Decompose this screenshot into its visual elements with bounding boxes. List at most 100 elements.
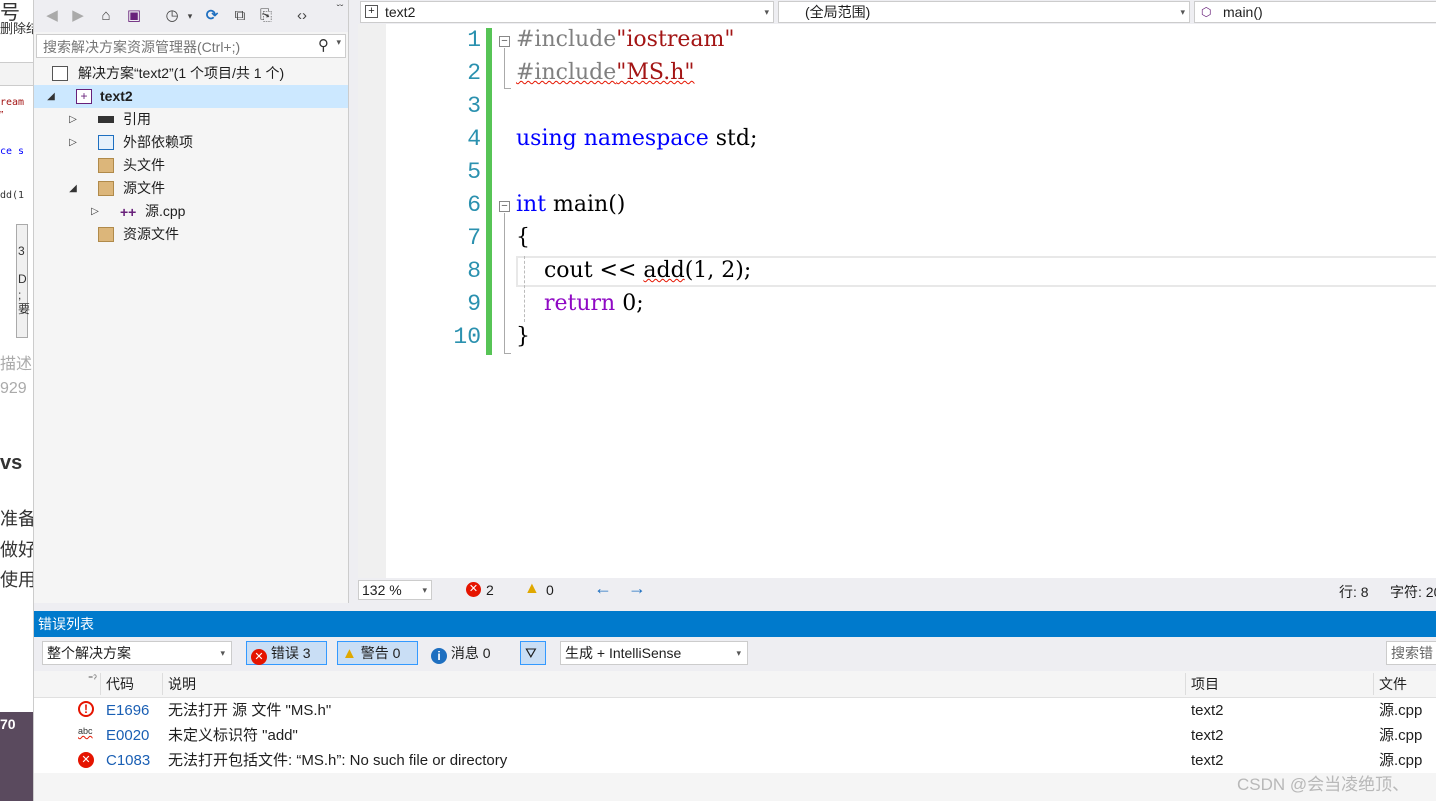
zoom-dropdown[interactable]: 132 % ▾ <box>358 580 432 600</box>
expander-collapsed-icon[interactable]: ▷ <box>66 131 80 154</box>
strip-text: 3 <box>18 244 25 258</box>
solution-explorer-toolbar: ◀ ▶ ⌂ ▣ ◷ ▾ ⟳ ⧉ ⎘ ‹› ˇˇ <box>34 0 348 32</box>
tree-item-label: 解决方案“text2”(1 个项目/共 1 个) <box>78 65 285 81</box>
editor-navigation-bar: + text2 ▾ (全局范围) ▾ ⬡ main() <box>358 0 1436 24</box>
chevron-down-icon[interactable]: ▾ <box>180 6 200 26</box>
tree-item-header-files[interactable]: 头文件 <box>34 154 348 177</box>
tree-item-label: 资源文件 <box>123 226 179 242</box>
messages-filter-button[interactable]: i 消息 0 <box>426 641 506 665</box>
strip-text: vs <box>0 452 23 474</box>
project-icon: + <box>76 89 92 104</box>
error-code[interactable]: E0020 <box>106 723 149 748</box>
warning-icon: ▲ <box>342 645 357 662</box>
strip-text: 要 <box>18 302 31 316</box>
method-icon: ⬡ <box>1201 5 1212 19</box>
sync-icon[interactable]: ⟳ <box>202 6 222 26</box>
expander-collapsed-icon[interactable]: ▷ <box>66 108 80 131</box>
scope-filter-dropdown[interactable]: 整个解决方案 ▾ <box>42 641 232 665</box>
show-all-files-icon[interactable]: ⎘ <box>256 6 276 26</box>
tree-item-source-cpp[interactable]: ▷ ++ 源.cpp <box>34 200 348 223</box>
chevron-down-icon: ▾ <box>764 7 769 17</box>
info-icon: i <box>431 648 447 664</box>
scope-dropdown[interactable]: (全局范围) ▾ <box>778 1 1190 23</box>
line-indicator: 行: 8 <box>1339 584 1369 600</box>
sort-icon[interactable]: ⁼ˀ <box>88 667 97 693</box>
arrow-right-icon[interactable]: → <box>628 578 646 599</box>
build-filter-value: 生成 + IntelliSense <box>565 645 682 661</box>
overflow-icon[interactable]: ˇˇ <box>330 0 350 20</box>
tree-item-label: 源文件 <box>123 180 165 196</box>
error-code[interactable]: C1083 <box>106 748 150 773</box>
solution-search-box[interactable]: ⚲ ▾ <box>36 34 346 58</box>
build-filter-dropdown[interactable]: 生成 + IntelliSense ▾ <box>560 641 748 665</box>
error-list-header: ⁼ˀ 代码 说明 项目 文件 <box>34 671 1436 698</box>
tree-item-project[interactable]: ◢ + text2 <box>34 85 348 108</box>
strip-text: D <box>18 272 27 286</box>
column-header-code[interactable]: 代码 <box>106 671 134 697</box>
chevron-down-icon: ▾ <box>422 585 427 595</box>
strip-text: ce s <box>0 146 25 157</box>
error-row[interactable]: ! E1696 无法打开 源 文件 "MS.h" text2 源.cpp <box>34 698 1436 723</box>
error-code[interactable]: E1696 <box>106 698 149 723</box>
code-line: int main() <box>516 192 626 217</box>
collapse-region-icon[interactable]: − <box>499 201 510 212</box>
forward-icon[interactable]: ▶ <box>68 6 88 26</box>
tree-item-resource-files[interactable]: 资源文件 <box>34 223 348 246</box>
code-editor[interactable]: 1 2 3 4 5 6 7 8 9 10 − − #include"iostre… <box>358 24 1436 578</box>
watermark: CSDN @会当凌绝顶、 <box>1237 775 1410 794</box>
arrow-left-icon[interactable]: ← <box>594 578 612 599</box>
search-icon[interactable]: ⚲ <box>318 36 329 54</box>
tree-item-source-files[interactable]: ◢ 源文件 <box>34 177 348 200</box>
error-list-title: 错误列表 <box>38 616 94 632</box>
error-description: 无法打开包括文件: “MS.h”: No such file or direct… <box>168 752 508 769</box>
expander-expanded-icon[interactable]: ◢ <box>66 177 80 200</box>
error-list-search-placeholder: 搜索错 <box>1391 645 1433 661</box>
error-list-search-input[interactable]: 搜索错 <box>1386 641 1436 665</box>
error-description: 未定义标识符 "add" <box>168 727 298 744</box>
messages-filter-label: 消息 0 <box>450 645 491 661</box>
tree-item-solution[interactable]: 解决方案“text2”(1 个项目/共 1 个) <box>34 62 348 85</box>
pending-changes-icon[interactable]: ◷ <box>162 6 182 26</box>
collapse-region-icon[interactable]: − <box>499 36 510 47</box>
tree-item-references[interactable]: ▷ 引用 <box>34 108 348 131</box>
member-dropdown[interactable]: ⬡ main() <box>1194 1 1436 23</box>
expander-collapsed-icon[interactable]: ▷ <box>88 200 102 223</box>
filter-icon-button[interactable]: ⛛ <box>520 641 546 665</box>
project-dropdown-value: text2 <box>385 4 416 20</box>
column-header-project[interactable]: 项目 <box>1191 671 1219 697</box>
error-file: 源.cpp <box>1379 702 1423 719</box>
strip-text: ” <box>0 110 4 121</box>
error-row[interactable]: ✕ C1083 无法打开包括文件: “MS.h”: No such file o… <box>34 748 1436 773</box>
home-icon[interactable]: ⌂ <box>96 6 116 26</box>
line-number: 10 <box>453 324 481 350</box>
external-deps-icon <box>98 135 114 150</box>
error-row[interactable]: abc E0020 未定义标识符 "add" text2 源.cpp <box>34 723 1436 748</box>
back-icon[interactable]: ◀ <box>42 6 62 26</box>
code-view-icon[interactable]: ‹› <box>292 6 312 26</box>
column-header-description[interactable]: 说明 <box>168 671 196 697</box>
line-number: 6 <box>467 192 481 218</box>
tree-item-label: 引用 <box>123 111 151 127</box>
chevron-down-icon: ▾ <box>1180 7 1185 17</box>
errors-filter-button[interactable]: ✕ 错误 3 <box>246 641 327 665</box>
error-icon[interactable]: ✕ <box>466 582 481 597</box>
collapse-all-icon[interactable]: ⧉ <box>230 6 250 26</box>
expander-expanded-icon[interactable]: ◢ <box>44 85 58 108</box>
line-number: 4 <box>467 126 481 152</box>
code-line: return 0; <box>543 291 644 316</box>
line-number: 9 <box>467 291 481 317</box>
warning-icon[interactable]: ▲ <box>524 580 540 598</box>
scope-filter-value: 整个解决方案 <box>47 645 131 661</box>
code-line: cout << add(1, 2); <box>516 258 752 283</box>
chevron-down-icon[interactable]: ▾ <box>336 37 341 48</box>
code-line: using namespace std; <box>516 126 758 151</box>
error-icon: ✕ <box>78 752 94 768</box>
warnings-filter-button[interactable]: ▲ 警告 0 <box>337 641 418 665</box>
fold-guide <box>504 48 511 89</box>
tree-item-external-deps[interactable]: ▷ 外部依赖项 <box>34 131 348 154</box>
switch-views-icon[interactable]: ▣ <box>124 6 144 26</box>
solution-search-input[interactable] <box>41 36 315 58</box>
project-dropdown[interactable]: + text2 ▾ <box>360 1 774 23</box>
column-header-file[interactable]: 文件 <box>1379 671 1407 697</box>
error-project: text2 <box>1191 727 1224 744</box>
